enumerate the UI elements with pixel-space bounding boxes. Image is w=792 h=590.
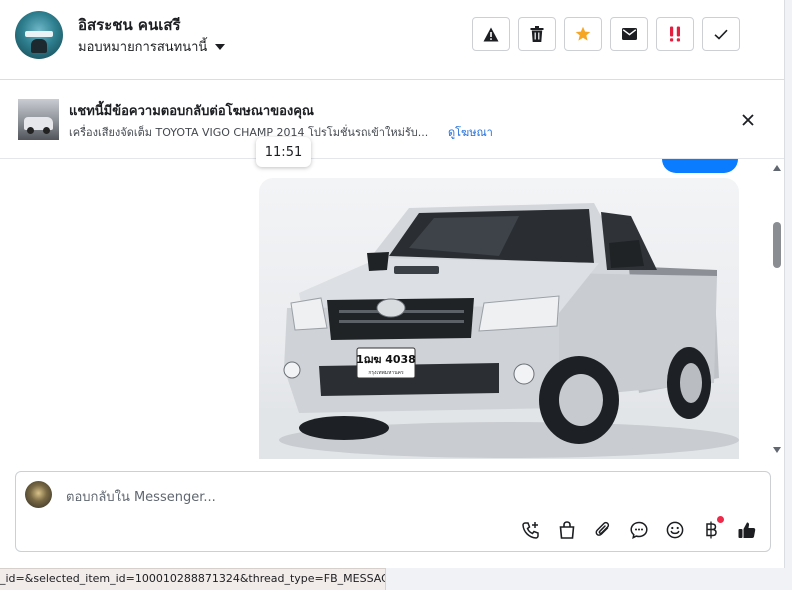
call-plus-button[interactable] bbox=[520, 519, 542, 541]
conversation-actions bbox=[472, 17, 740, 51]
baht-icon bbox=[706, 521, 717, 539]
mark-important-button[interactable] bbox=[656, 17, 694, 51]
conversation-header: อิสระชน คนเสรี มอบหมายการสนทนานี้ bbox=[0, 0, 784, 80]
shopping-button[interactable] bbox=[556, 519, 578, 541]
shopping-bag-icon bbox=[559, 521, 575, 539]
mark-unread-button[interactable] bbox=[610, 17, 648, 51]
scroll-down-arrow-icon[interactable] bbox=[773, 447, 781, 453]
star-button[interactable] bbox=[564, 17, 602, 51]
view-ad-link[interactable]: ดูโฆษณา bbox=[448, 123, 493, 141]
contact-name[interactable]: อิสระชน คนเสรี bbox=[78, 13, 181, 37]
license-plate-province: กรุงเทพมหานคร bbox=[368, 370, 404, 376]
message-photo[interactable]: 1ฌฆ 4038 กรุงเทพมหานคร bbox=[259, 178, 739, 459]
star-icon bbox=[575, 26, 591, 41]
scroll-up-arrow-icon[interactable] bbox=[773, 165, 781, 171]
caret-down-icon bbox=[215, 43, 226, 50]
delete-button[interactable] bbox=[518, 17, 556, 51]
close-icon bbox=[742, 114, 754, 126]
browser-status-url: _id=&selected_item_id=100010288871324&th… bbox=[0, 568, 386, 590]
conversation-panel: อิสระชน คนเสรี มอบหมายการสนทนานี้ แชทนี้… bbox=[0, 0, 785, 568]
saved-replies-button[interactable] bbox=[628, 519, 650, 541]
assign-label: มอบหมายการสนทนานี้ bbox=[78, 40, 208, 55]
message-thread[interactable]: 1ฌฆ 4038 กรุงเทพมหานคร bbox=[0, 159, 784, 459]
close-banner-button[interactable] bbox=[738, 110, 758, 130]
contact-avatar[interactable] bbox=[15, 11, 63, 59]
reply-composer bbox=[15, 471, 771, 552]
ad-thumbnail[interactable] bbox=[18, 99, 59, 140]
paperclip-icon bbox=[595, 521, 610, 536]
payment-button[interactable] bbox=[700, 516, 724, 541]
scrollbar-thumb[interactable] bbox=[773, 222, 781, 268]
like-button[interactable] bbox=[736, 519, 758, 541]
outgoing-message-bubble[interactable] bbox=[662, 159, 738, 173]
composer-toolbar bbox=[520, 516, 758, 541]
trash-icon bbox=[530, 26, 544, 42]
double-exclamation-icon bbox=[670, 26, 680, 42]
ad-banner-description: เครื่องเสียงจัดเต็ม TOYOTA VIGO CHAMP 20… bbox=[69, 126, 429, 139]
warning-icon bbox=[483, 27, 499, 41]
license-plate-text: 1ฌฆ 4038 bbox=[356, 353, 416, 366]
phone-plus-icon bbox=[522, 522, 539, 539]
attach-file-button[interactable] bbox=[592, 519, 614, 541]
thread-scrollbar[interactable] bbox=[770, 159, 784, 459]
chat-bubble-icon bbox=[630, 521, 648, 539]
ad-banner-title: แชทนี้มีข้อความตอบกลับต่อโฆษณาของคุณ bbox=[69, 104, 314, 119]
assign-conversation-dropdown[interactable]: มอบหมายการสนทนานี้ bbox=[78, 36, 226, 57]
reply-input[interactable] bbox=[64, 486, 668, 508]
emoji-button[interactable] bbox=[664, 519, 686, 541]
mark-done-button[interactable] bbox=[702, 17, 740, 51]
report-spam-button[interactable] bbox=[472, 17, 510, 51]
envelope-icon bbox=[621, 28, 637, 40]
smiley-icon bbox=[666, 521, 684, 539]
thumbs-up-icon bbox=[738, 522, 756, 538]
pickup-truck-image: 1ฌฆ 4038 กรุงเทพมหานคร bbox=[259, 203, 739, 459]
page-avatar bbox=[25, 481, 52, 508]
timestamp-tooltip: 11:51 bbox=[256, 137, 311, 167]
notification-dot bbox=[717, 516, 724, 523]
check-icon bbox=[714, 29, 728, 40]
